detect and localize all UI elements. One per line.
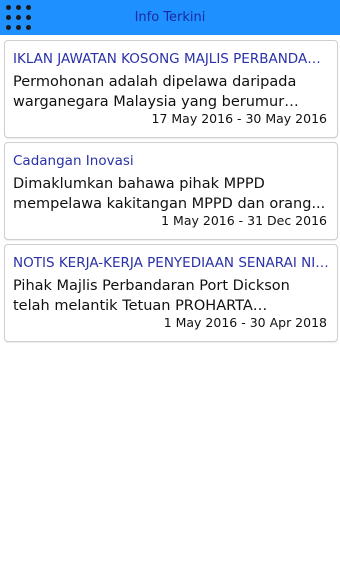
app-bar: Info Terkini [0, 0, 340, 35]
news-date-range: 1 May 2016 - 30 Apr 2018 [163, 315, 327, 330]
news-card-jawatan-kosong[interactable]: IKLAN JAWATAN KOSONG MAJLIS PERBANDARAN … [4, 40, 338, 138]
news-card-cadangan-inovasi[interactable]: Cadangan Inovasi Dimaklumkan bahawa piha… [4, 142, 338, 240]
page-title: Info Terkini [134, 10, 206, 25]
news-date-range: 17 May 2016 - 30 May 2016 [151, 111, 327, 126]
news-title: NOTIS KERJA-KERJA PENYEDIAAN SENARAI NIL… [13, 255, 329, 271]
news-description: Permohonan adalah dipelawa daripada warg… [13, 74, 297, 110]
news-description: Dimaklumkan bahawa pihak MPPD mempelawa … [13, 176, 326, 212]
news-list: IKLAN JAWATAN KOSONG MAJLIS PERBANDARAN … [4, 40, 338, 346]
news-title: Cadangan Inovasi [13, 153, 134, 169]
news-description: Pihak Majlis Perbandaran Port Dickson te… [13, 278, 290, 314]
news-date-range: 1 May 2016 - 31 Dec 2016 [161, 213, 327, 228]
news-card-notis-kerja[interactable]: NOTIS KERJA-KERJA PENYEDIAAN SENARAI NIL… [4, 244, 338, 342]
news-title: IKLAN JAWATAN KOSONG MAJLIS PERBANDARAN … [13, 51, 329, 67]
